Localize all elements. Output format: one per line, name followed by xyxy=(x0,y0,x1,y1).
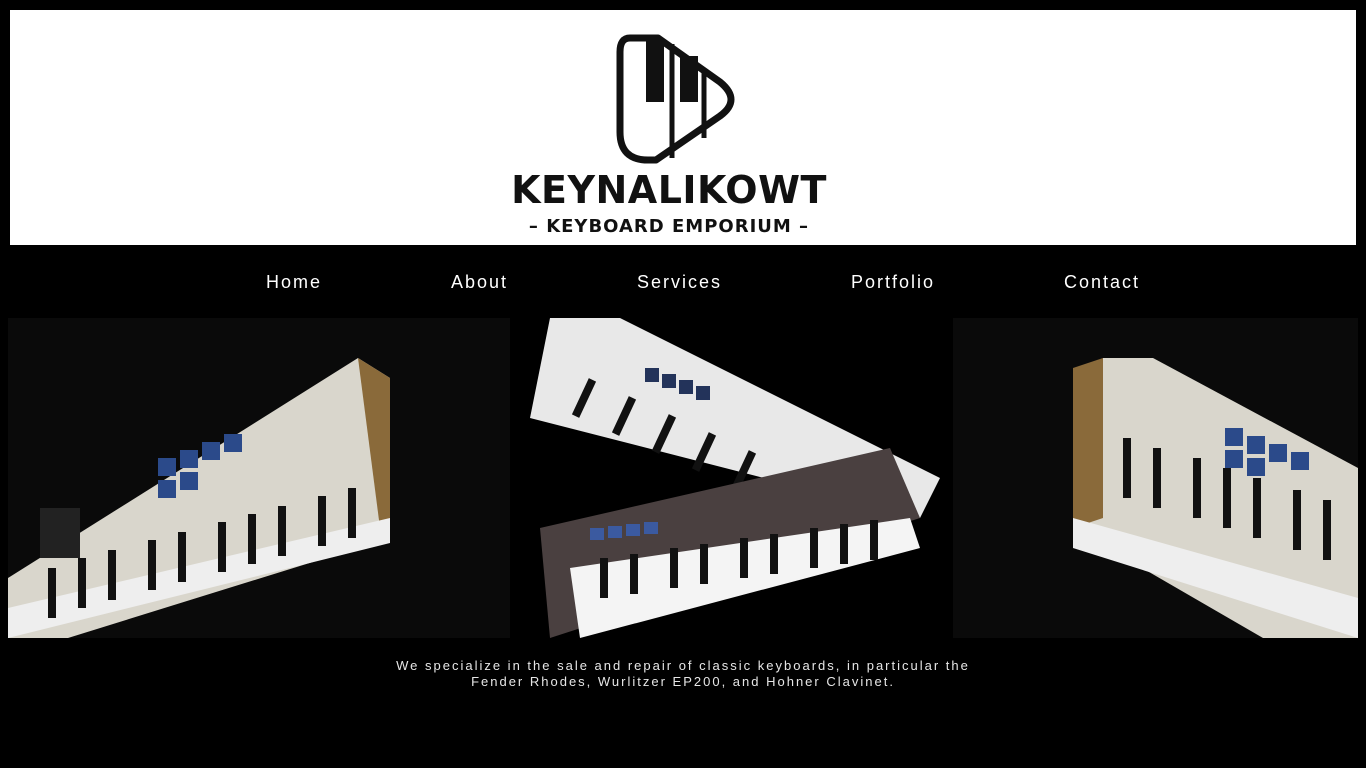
hero-image-right xyxy=(953,318,1358,638)
tagline: We specialize in the sale and repair of … xyxy=(0,658,1366,690)
brand-name: KEYNALIKOWT xyxy=(511,168,827,212)
brand-subtitle: – KEYBOARD EMPORIUM – xyxy=(528,216,810,237)
main-nav: Home About Services Portfolio Contact xyxy=(0,262,1366,302)
nav-contact-link[interactable]: Contact xyxy=(1064,272,1140,293)
tagline-line-2: Fender Rhodes, Wurlitzer EP200, and Hohn… xyxy=(471,674,895,689)
hero-image-left xyxy=(8,318,510,638)
nav-services-link[interactable]: Services xyxy=(637,272,722,293)
nav-home-link[interactable]: Home xyxy=(266,272,322,293)
nav-about-link[interactable]: About xyxy=(451,272,508,293)
nav-portfolio-link[interactable]: Portfolio xyxy=(851,272,935,293)
tagline-line-1: We specialize in the sale and repair of … xyxy=(396,658,970,673)
header-banner: KEYNALIKOWT – KEYBOARD EMPORIUM – xyxy=(10,10,1356,245)
piano-keys-play-logo-icon xyxy=(616,34,735,164)
hero-image-center xyxy=(510,318,953,638)
